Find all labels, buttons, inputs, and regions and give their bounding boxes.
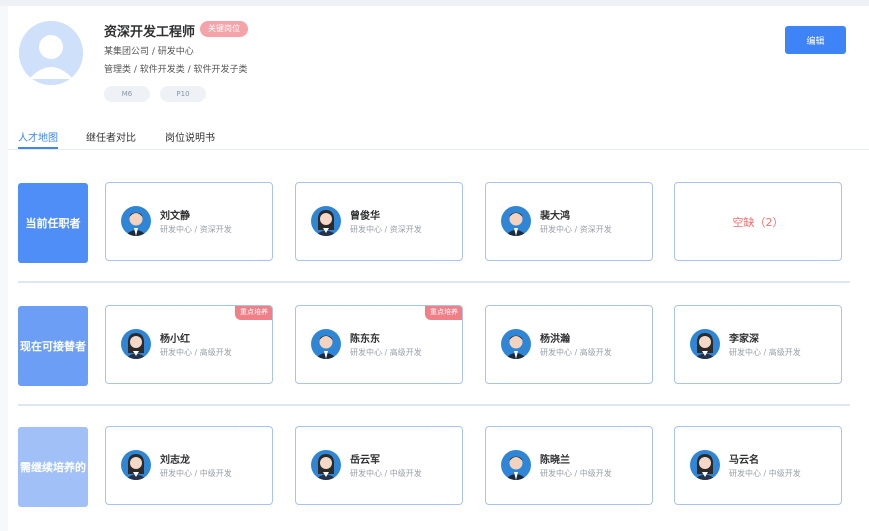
person-name: 曾俊华 [350, 211, 380, 222]
job-title: 资深开发工程师 [104, 25, 196, 40]
row-divider [18, 404, 850, 406]
person-avatar-icon [690, 329, 720, 359]
focus-training-tag: 重点培养 [235, 306, 272, 320]
vacancy-label: 空缺（2） [732, 215, 784, 229]
person-card[interactable]: 刘志龙 研发中心 / 中级开发 [105, 426, 273, 505]
person-dept: 研发中心 / 高级开发 [350, 348, 422, 357]
row-label-text: 需继续培养的 [20, 461, 86, 474]
person-dept: 研发中心 / 中级开发 [350, 469, 422, 478]
person-avatar-icon [501, 206, 531, 236]
person-name: 刘志龙 [160, 455, 190, 466]
person-dept: 研发中心 / 高级开发 [160, 348, 232, 357]
talent-map: 当前任职者 刘文静 研发中心 / 资深开发 曾俊华 研发中心 / 资深开发 裴大… [8, 150, 869, 531]
row-label-need-training: 需继续培养的 [18, 427, 88, 507]
level-chip-m: M6 [104, 86, 150, 102]
person-name: 陈东东 [350, 334, 380, 345]
person-avatar-icon [311, 206, 341, 236]
person-name: 杨小红 [160, 334, 190, 345]
person-card[interactable]: 曾俊华 研发中心 / 资深开发 [295, 182, 463, 261]
person-name: 李家深 [729, 334, 759, 345]
person-name: 陈晓兰 [540, 455, 570, 466]
person-card[interactable]: 岳云军 研发中心 / 中级开发 [295, 426, 463, 505]
person-dept: 研发中心 / 中级开发 [160, 469, 232, 478]
key-position-badge: 关键岗位 [200, 21, 248, 37]
row-divider [18, 281, 850, 283]
person-avatar-icon [121, 450, 151, 480]
person-avatar-icon [690, 450, 720, 480]
person-card[interactable]: 陈晓兰 研发中心 / 中级开发 [485, 426, 653, 505]
person-avatar-icon [311, 450, 341, 480]
person-dept: 研发中心 / 高级开发 [540, 348, 612, 357]
person-dept: 研发中心 / 高级开发 [729, 348, 801, 357]
person-name: 杨洪瀚 [540, 334, 570, 345]
category-path: 管理类 / 软件开发类 / 软件开发子类 [104, 65, 248, 75]
person-name: 岳云军 [350, 455, 380, 466]
tab-successor-compare[interactable]: 继任者对比 [86, 129, 136, 144]
person-card[interactable]: 马云名 研发中心 / 中级开发 [674, 426, 842, 505]
row-label-ready-now: 现在可接替者 [18, 306, 88, 386]
tab-job-description[interactable]: 岗位说明书 [165, 129, 215, 144]
edit-button[interactable]: 编辑 [785, 26, 846, 54]
person-card[interactable]: 李家深 研发中心 / 高级开发 [674, 305, 842, 384]
person-dept: 研发中心 / 中级开发 [540, 469, 612, 478]
person-card[interactable]: 杨小红 研发中心 / 高级开发 重点培养 [105, 305, 273, 384]
person-avatar-icon [501, 329, 531, 359]
position-header: 资深开发工程师 关键岗位 某集团公司 / 研发中心 管理类 / 软件开发类 / … [8, 6, 869, 150]
person-avatar-icon [121, 329, 151, 359]
person-name: 刘文静 [160, 211, 190, 222]
person-name: 裴大鸿 [540, 211, 570, 222]
person-avatar-icon [311, 329, 341, 359]
person-name: 马云名 [729, 455, 759, 466]
org-path: 某集团公司 / 研发中心 [104, 47, 194, 57]
person-card[interactable]: 杨洪瀚 研发中心 / 高级开发 [485, 305, 653, 384]
person-dept: 研发中心 / 中级开发 [729, 469, 801, 478]
person-card[interactable]: 裴大鸿 研发中心 / 资深开发 [485, 182, 653, 261]
level-chip-p: P10 [160, 86, 206, 102]
person-card[interactable]: 陈东东 研发中心 / 高级开发 重点培养 [295, 305, 463, 384]
tab-talent-map[interactable]: 人才地图 [18, 129, 58, 144]
person-dept: 研发中心 / 资深开发 [350, 225, 422, 234]
position-avatar-icon [19, 21, 83, 85]
row-label-current: 当前任职者 [18, 183, 88, 263]
person-dept: 研发中心 / 资深开发 [540, 225, 612, 234]
row-label-text: 现在可接替者 [20, 340, 86, 353]
person-avatar-icon [121, 206, 151, 236]
vacancy-card[interactable]: 空缺（2） [674, 182, 842, 261]
person-dept: 研发中心 / 资深开发 [160, 225, 232, 234]
row-label-text: 当前任职者 [25, 217, 81, 230]
person-card[interactable]: 刘文静 研发中心 / 资深开发 [105, 182, 273, 261]
focus-training-tag: 重点培养 [425, 306, 462, 320]
person-avatar-icon [501, 450, 531, 480]
